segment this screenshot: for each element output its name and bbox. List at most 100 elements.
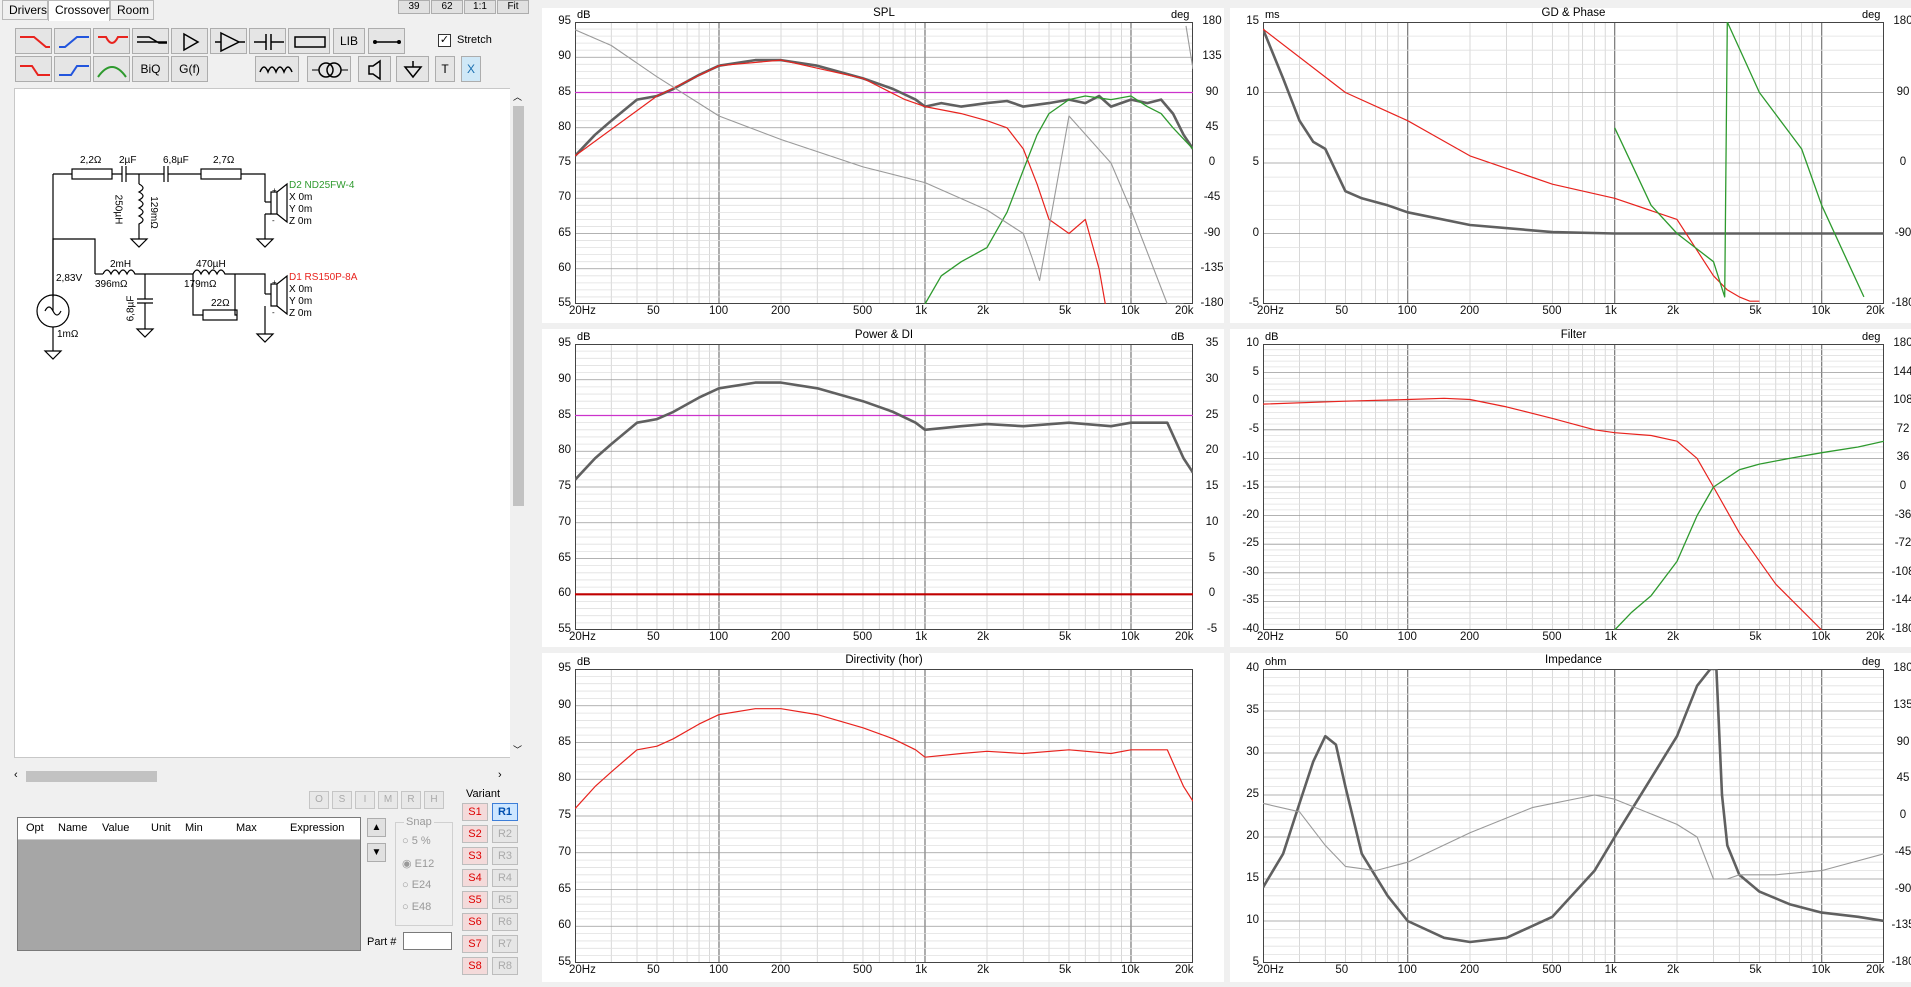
plot-area[interactable] bbox=[575, 22, 1193, 304]
l2r-label[interactable]: 396mΩ bbox=[95, 279, 128, 290]
variant-s6-button[interactable]: S6 bbox=[462, 913, 488, 931]
opt-o-button[interactable]: O bbox=[309, 791, 329, 809]
chart-gd-phase[interactable]: GD & Phasemsdeg151050-5180900-90-18020Hz… bbox=[1230, 7, 1911, 323]
l1-label[interactable]: 250µH bbox=[112, 195, 123, 225]
tweeter-name[interactable]: D2 ND25FW-4 bbox=[289, 180, 354, 191]
woofer-name[interactable]: D1 RS150P-8A bbox=[289, 272, 357, 283]
opt-h-button[interactable]: H bbox=[424, 791, 444, 809]
variant-r8-button[interactable]: R8 bbox=[492, 957, 518, 975]
scroll-up-icon[interactable]: ︿ bbox=[513, 90, 522, 103]
plot-area[interactable] bbox=[575, 344, 1193, 630]
variant-r7-button[interactable]: R7 bbox=[492, 935, 518, 953]
bandstop-red-button[interactable] bbox=[93, 28, 130, 54]
schematic-vscrollbar[interactable]: ︿ ﹀ bbox=[510, 88, 527, 758]
l1r-label[interactable]: 129mΩ bbox=[148, 196, 159, 229]
move-down-button[interactable]: ▼ bbox=[367, 843, 386, 862]
c1-label[interactable]: 2µF bbox=[119, 155, 136, 166]
zoom-39-button[interactable]: 39 bbox=[398, 0, 430, 14]
variant-r5-button[interactable]: R5 bbox=[492, 891, 518, 909]
variant-s7-button[interactable]: S7 bbox=[462, 935, 488, 953]
scroll-right-icon[interactable]: › bbox=[498, 769, 502, 781]
l2-label[interactable]: 2mH bbox=[110, 259, 131, 270]
lib-button[interactable]: LIB bbox=[333, 28, 365, 54]
snap-5-radio[interactable]: ○ 5 % bbox=[402, 835, 431, 847]
snap-e24-radio[interactable]: ○ E24 bbox=[402, 879, 431, 891]
zoom-62-button[interactable]: 62 bbox=[431, 0, 463, 14]
zoom-fit-button[interactable]: Fit bbox=[497, 0, 529, 14]
r3-label[interactable]: 22Ω bbox=[211, 298, 230, 309]
tab-drivers[interactable]: Drivers bbox=[2, 0, 48, 20]
l3-label[interactable]: 470µH bbox=[196, 259, 226, 270]
zoom-1to1-button[interactable]: 1:1 bbox=[464, 0, 496, 14]
col-max[interactable]: Max bbox=[236, 822, 257, 834]
opt-i-button[interactable]: I bbox=[355, 791, 375, 809]
buffer-button[interactable] bbox=[171, 28, 208, 54]
part-number-input[interactable] bbox=[403, 932, 452, 950]
scroll-left-icon[interactable]: ‹ bbox=[14, 769, 18, 781]
r1-label[interactable]: 2,2Ω bbox=[80, 155, 101, 166]
capacitor-button[interactable] bbox=[249, 28, 286, 54]
schematic-canvas[interactable]: + - + - 2,2Ω 2µF 6,8µF 2,7Ω 250µH 129mΩ … bbox=[14, 88, 516, 758]
variant-r3-button[interactable]: R3 bbox=[492, 847, 518, 865]
variant-s3-button[interactable]: S3 bbox=[462, 847, 488, 865]
c3-label[interactable]: 6,8µF bbox=[125, 296, 136, 322]
col-min[interactable]: Min bbox=[185, 822, 203, 834]
chart-impedance[interactable]: Impedance ohm deg 40 35 30 25 20 15 10 5 180 135 90 45… bbox=[1230, 653, 1911, 982]
col-unit[interactable]: Unit bbox=[151, 822, 171, 834]
transfer-function-button[interactable]: G(f) bbox=[171, 56, 208, 82]
variant-s2-button[interactable]: S2 bbox=[462, 825, 488, 843]
variant-r2-button[interactable]: R2 bbox=[492, 825, 518, 843]
source-voltage-label[interactable]: 2,83V bbox=[56, 273, 82, 284]
text-button[interactable]: T bbox=[435, 56, 455, 82]
scroll-down-icon[interactable]: ﹀ bbox=[513, 743, 522, 756]
resistor-button[interactable] bbox=[288, 28, 330, 54]
variant-r4-button[interactable]: R4 bbox=[492, 869, 518, 887]
opt-r-button[interactable]: R bbox=[401, 791, 421, 809]
wire-button[interactable] bbox=[368, 28, 405, 54]
bandpass-green-button[interactable] bbox=[93, 56, 130, 82]
variant-s1-button[interactable]: S1 bbox=[462, 803, 488, 821]
chart-spl[interactable]: SPL dB deg 95 90 85 80 75 70 65 60 55 180 135 90 45 0 -45… bbox=[542, 7, 1224, 323]
hscroll-thumb[interactable] bbox=[26, 771, 157, 782]
l3r-label[interactable]: 179mΩ bbox=[184, 279, 217, 290]
stretch-checkbox[interactable]: ✓ bbox=[438, 34, 451, 47]
opt-m-button[interactable]: M bbox=[378, 791, 398, 809]
col-expression[interactable]: Expression bbox=[290, 822, 344, 834]
snap-e12-radio[interactable]: ◉ E12 bbox=[402, 857, 434, 870]
r2-label[interactable]: 2,7Ω bbox=[213, 155, 234, 166]
chart-filter[interactable]: Filter dB deg 10 5 0 -5 -10 -15 -20 -25 -30 -35 -40 18… bbox=[1230, 329, 1911, 647]
plot-area[interactable] bbox=[1263, 22, 1884, 304]
lowpass-red-button[interactable] bbox=[15, 28, 52, 54]
x-button[interactable]: X bbox=[461, 56, 481, 82]
opt-s-button[interactable]: S bbox=[332, 791, 352, 809]
source-resistance-label[interactable]: 1mΩ bbox=[57, 329, 78, 340]
variant-r1-button[interactable]: R1 bbox=[492, 803, 518, 821]
plot-area[interactable] bbox=[1263, 669, 1884, 963]
move-up-button[interactable]: ▲ bbox=[367, 818, 386, 837]
lowpass-2nd-button[interactable] bbox=[15, 56, 52, 82]
ground-button[interactable] bbox=[396, 56, 429, 82]
biquad-button[interactable]: BiQ bbox=[132, 56, 169, 82]
lowpass-shelf-button[interactable] bbox=[132, 28, 169, 54]
opamp-button[interactable] bbox=[210, 28, 247, 54]
col-opt[interactable]: Opt bbox=[26, 822, 44, 834]
variant-s5-button[interactable]: S5 bbox=[462, 891, 488, 909]
col-value[interactable]: Value bbox=[102, 822, 129, 834]
vscroll-thumb[interactable] bbox=[513, 106, 524, 506]
parameter-table[interactable]: Opt Name Value Unit Min Max Expression bbox=[17, 817, 361, 951]
variant-s8-button[interactable]: S8 bbox=[462, 957, 488, 975]
variant-r6-button[interactable]: R6 bbox=[492, 913, 518, 931]
plot-area[interactable] bbox=[1263, 344, 1884, 630]
c2-label[interactable]: 6,8µF bbox=[163, 155, 189, 166]
speaker-button[interactable] bbox=[358, 56, 391, 82]
chart-power-di[interactable]: Power & DI dB dB 95 90 85 80 75 70 65 60 55 35 30 25 20… bbox=[542, 329, 1224, 647]
chart-directivity-hor[interactable]: Directivity (hor) dB 95 90 85 80 75 70 65 60 55 20H… bbox=[542, 653, 1224, 982]
schematic-hscrollbar[interactable]: ‹ › bbox=[14, 769, 510, 784]
highpass-2nd-button[interactable] bbox=[54, 56, 91, 82]
snap-e48-radio[interactable]: ○ E48 bbox=[402, 901, 431, 913]
tab-crossover[interactable]: Crossover bbox=[48, 0, 110, 21]
transformer-button[interactable] bbox=[307, 56, 351, 82]
col-name[interactable]: Name bbox=[58, 822, 87, 834]
highpass-blue-button[interactable] bbox=[54, 28, 91, 54]
variant-s4-button[interactable]: S4 bbox=[462, 869, 488, 887]
